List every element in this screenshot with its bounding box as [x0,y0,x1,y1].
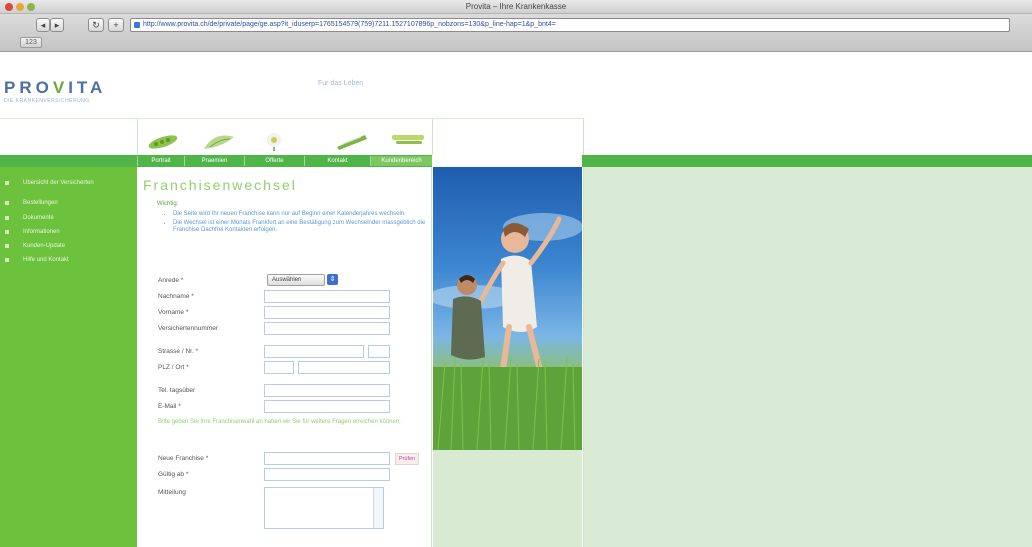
email-label: E-Mail * [158,403,181,410]
firstname-input[interactable] [264,306,390,319]
remarks-label: Mitteilung [158,489,186,496]
hint-heading: Wichtig: [157,201,179,207]
sidebar-item-overview[interactable]: Ubersicht der Versicherten [5,180,133,187]
herbs-image [337,135,367,150]
new-franchise-input[interactable] [264,452,390,465]
sidebar-bullet-icon [5,244,9,248]
forward-button[interactable]: ▸ [50,18,64,32]
valid-from-label: Gültig ab * [158,471,189,478]
salutation-select[interactable]: Auswählen [267,274,325,286]
tab-offerte[interactable]: Offerte [244,156,304,166]
page-title: Franchisenwechsel [143,177,297,193]
window-titlebar: Provita – Ihre Krankenkasse [0,0,1032,14]
insurance-number-label: Versichertennummer [158,325,218,332]
hero-photo [433,167,582,450]
email-input[interactable] [264,400,390,413]
site-header: PROVITA DIE KRANKENVERSICHERUNG Fur das … [0,52,1032,118]
tab-kontakt[interactable]: Kontakt [304,156,370,166]
sidebar-bullet-icon [5,258,9,262]
city-input[interactable] [298,361,390,374]
nav-bar-gap [432,155,582,167]
header-tagline: Fur das Leben [318,80,364,87]
lastname-input[interactable] [264,290,390,303]
right-header-area [583,118,1032,155]
address-bar[interactable]: http://www.provita.ch/de/private/page/ge… [130,18,1010,32]
sidebar-bullet-icon [5,201,9,205]
phone-input[interactable] [264,384,390,397]
salutation-label: Anrede * [158,277,184,284]
sidebar-bullet-icon [5,230,9,234]
tab-portrait[interactable]: Portrait [137,156,184,166]
hint-item: Die Seite wird Ihr neuen Franchise kann … [173,211,427,218]
main-content: Franchisenwechsel Wichtig: Die Seite wir… [137,167,432,547]
photo-column-background [433,450,582,547]
bookmarks-button[interactable]: 123 [20,37,42,48]
phone-label: Tel. tagsüber [158,387,196,394]
reload-button[interactable]: ↻ [88,18,104,32]
stalk-image [392,135,424,144]
form-note: Bitte geben Sie Ihre Franchisenwahl an h… [158,419,401,425]
remarks-textarea[interactable] [264,487,384,529]
house-number-input[interactable] [368,345,390,358]
check-button[interactable]: Prüfen [395,453,419,465]
valid-from-input[interactable] [264,468,390,481]
back-button[interactable]: ◂ [36,18,50,32]
street-input[interactable] [264,345,364,358]
sidebar-item-orders[interactable]: Bestellungen [5,200,133,207]
leaves-image [204,135,234,149]
firstname-label: Vorname * [158,309,189,316]
window-title: Provita – Ihre Krankenkasse [465,2,567,11]
sidebar-item-help[interactable]: Hilfe und Kontakt [5,257,133,264]
site-icon [134,22,140,28]
zip-city-label: PLZ / Ort * [158,364,189,371]
sidebar-item-documents[interactable]: Dokumente [5,215,133,222]
running-couple-image [433,213,582,450]
right-background-area [583,167,1032,547]
provita-logo[interactable]: PROVITA [4,78,106,98]
sidebar-item-information[interactable]: Informationen [5,229,133,236]
flower-image [267,133,281,151]
sidebar-bullet-icon [5,216,9,220]
address-text: http://www.provita.ch/de/private/page/ge… [143,21,556,28]
sidebar: Ubersicht der Versicherten Bestellungen … [0,167,137,547]
zip-input[interactable] [264,361,294,374]
textarea-scrollbar[interactable] [373,488,383,528]
hint-list: Die Seite wird Ihr neuen Franchise kann … [165,211,427,236]
add-bookmark-button[interactable]: + [108,18,124,32]
browser-toolbar: ◂ ▸ ↻ + http://www.provita.ch/de/private… [0,14,1032,52]
tab-praemien[interactable]: Praemien [184,156,244,166]
street-label: Strasse / Nr. * [158,348,199,355]
pea-pod-image [148,135,178,149]
hint-item: Die Wechsel ist einer Monats Frankfurt a… [173,220,427,234]
sidebar-item-customer-update[interactable]: Kunden-Update [5,243,133,250]
select-arrows-icon[interactable]: ⇕ [327,274,338,285]
new-franchise-label: Neue Franchise * [158,455,209,462]
tab-kundenbereich[interactable]: Kundenbereich [370,156,432,166]
sidebar-bullet-icon [5,181,9,185]
lastname-label: Nachname * [158,293,194,300]
logo-subtitle: DIE KRANKENVERSICHERUNG [4,98,90,104]
insurance-number-input[interactable] [264,322,390,335]
